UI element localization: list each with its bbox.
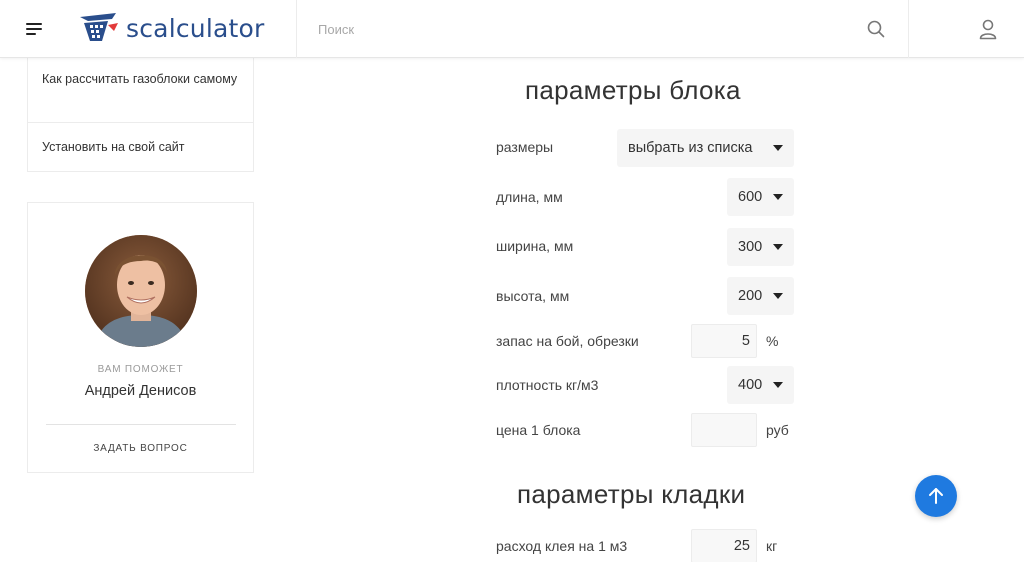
density-select[interactable]: 400 [727, 366, 794, 404]
block-params-title: параметры блока [525, 75, 741, 105]
logo-icon [80, 13, 118, 41]
search-input[interactable] [318, 18, 838, 40]
logo[interactable]: scalculator [78, 10, 264, 46]
glue-input[interactable] [691, 529, 757, 562]
caret-down-icon [773, 194, 783, 200]
header-divider [908, 0, 909, 58]
width-label: ширина, мм [496, 238, 574, 254]
density-label: плотность кг/м3 [496, 377, 599, 393]
sidebar-menu: Как рассчитать газоблоки самому Установи… [27, 58, 254, 172]
length-select[interactable]: 600 [727, 178, 794, 216]
caret-down-icon [773, 145, 783, 151]
user-icon[interactable] [978, 18, 998, 40]
height-label: высота, мм [496, 288, 570, 304]
sizes-label: размеры [496, 139, 554, 155]
avatar [85, 235, 197, 347]
scroll-top-button[interactable] [915, 475, 957, 517]
sidebar-item-calc-guide[interactable]: Как рассчитать газоблоки самому [28, 58, 253, 123]
expert-card: ВАМ ПОМОЖЕТ Андрей Денисов ЗАДАТЬ ВОПРОС [27, 202, 254, 473]
length-label: длина, мм [496, 189, 563, 205]
density-select-value: 400 [738, 377, 763, 393]
sidebar-item-install-widget[interactable]: Установить на свой сайт [28, 123, 253, 171]
reserve-input[interactable] [691, 324, 757, 358]
glue-unit: кг [766, 538, 778, 554]
reserve-unit: % [766, 333, 779, 349]
arrow-up-icon [929, 488, 943, 504]
price-unit: руб [766, 422, 789, 438]
sizes-select[interactable]: выбрать из списка [617, 129, 794, 167]
width-select[interactable]: 300 [727, 228, 794, 266]
sizes-select-value: выбрать из списка [628, 140, 753, 156]
hamburger-icon[interactable] [26, 20, 44, 38]
header: scalculator [0, 0, 1024, 58]
caret-down-icon [773, 382, 783, 388]
divider [46, 424, 236, 425]
caret-down-icon [773, 244, 783, 250]
glue-label: расход клея на 1 м3 [496, 538, 628, 554]
height-select[interactable]: 200 [727, 277, 794, 315]
reserve-label: запас на бой, обрезки [496, 333, 639, 349]
height-select-value: 200 [738, 288, 763, 304]
width-select-value: 300 [738, 239, 763, 255]
helper-label: ВАМ ПОМОЖЕТ [97, 364, 184, 375]
masonry-params-title: параметры кладки [517, 479, 746, 509]
ask-question-button[interactable]: ЗАДАТЬ ВОПРОС [28, 443, 253, 454]
search-icon[interactable] [866, 19, 886, 39]
length-select-value: 600 [738, 189, 763, 205]
header-divider [296, 0, 297, 58]
caret-down-icon [773, 293, 783, 299]
price-input[interactable] [691, 413, 757, 447]
expert-name: Андрей Денисов [84, 383, 197, 399]
price-label: цена 1 блока [496, 422, 581, 438]
logo-text: scalculator [126, 13, 265, 43]
